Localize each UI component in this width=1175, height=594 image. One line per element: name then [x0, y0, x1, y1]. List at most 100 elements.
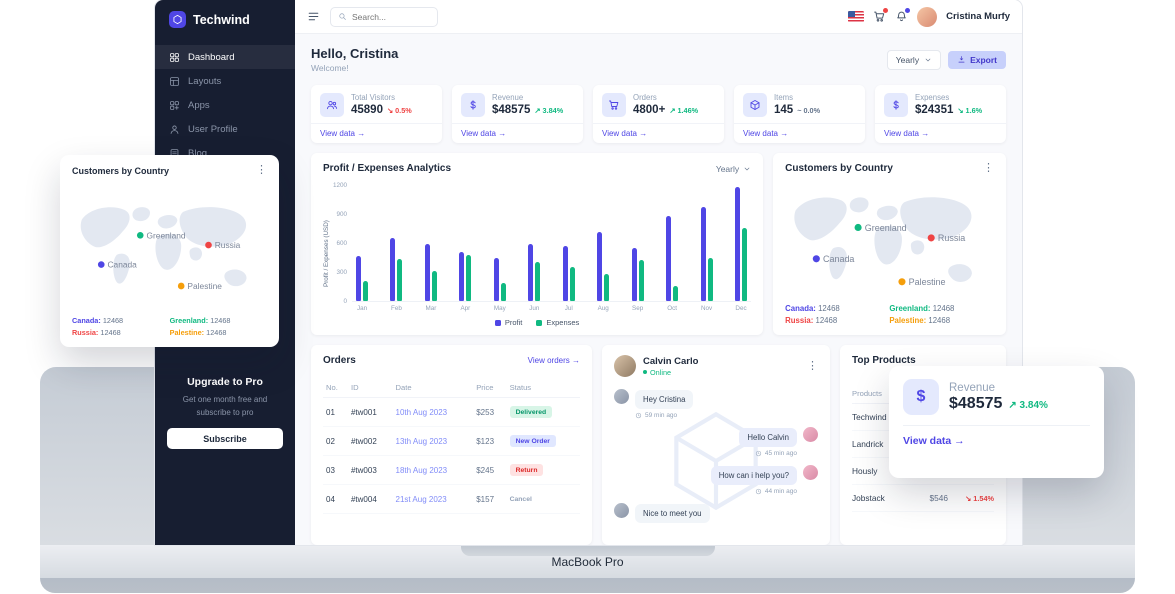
stat-card-total-visitors: Total Visitors45890↘ 0.5%View data →: [311, 85, 442, 143]
chat-bubble: Hey Cristina: [635, 390, 693, 409]
stat-card-expenses: Expenses$24351↘ 1.6%View data →: [875, 85, 1006, 143]
period-select[interactable]: Yearly: [887, 50, 941, 70]
menu-toggle-icon[interactable]: [307, 10, 320, 23]
subscribe-button[interactable]: Subscribe: [167, 428, 283, 449]
bar-group-sep[interactable]: Sep: [632, 182, 644, 314]
sidebar-item-layouts[interactable]: Layouts: [155, 69, 295, 93]
bar-group-mar[interactable]: Mar: [425, 182, 437, 314]
stat-value: $24351: [915, 104, 953, 116]
sidebar-item-dashboard[interactable]: Dashboard: [155, 45, 295, 69]
x-tick-label: Nov: [701, 305, 712, 314]
chat-messages: Hey Cristina 59 min ago Hello Calvin45 min…: [614, 389, 818, 523]
chart-period-select[interactable]: Yearly: [716, 164, 751, 174]
country-legend-palestine: Palestine: 12468: [889, 316, 994, 325]
topbar-actions: Cristina Murfy: [848, 7, 1010, 27]
order-row-tw004[interactable]: 04#tw00421st Aug 2023$157Cancel: [323, 485, 580, 514]
bar-group-may[interactable]: May: [494, 182, 506, 314]
kebab-menu-icon[interactable]: ⋮: [256, 165, 267, 176]
techwind-logo-icon: [169, 11, 186, 28]
bar-group-aug[interactable]: Aug: [597, 182, 609, 314]
cart-icon[interactable]: [873, 10, 886, 23]
order-row-tw001[interactable]: 01#tw00110th Aug 2023$253Delivered: [323, 398, 580, 427]
user-avatar[interactable]: [917, 7, 937, 27]
chart-y-ticks: 12009006003000: [330, 182, 352, 314]
svg-text:Greenland: Greenland: [146, 230, 185, 240]
bar-group-oct[interactable]: Oct: [666, 182, 678, 314]
bar-group-dec[interactable]: Dec: [735, 182, 747, 314]
bar-group-apr[interactable]: Apr: [459, 182, 471, 314]
search-input[interactable]: [352, 12, 430, 22]
view-data-link[interactable]: View data →: [311, 123, 442, 143]
orders-table-body: 01#tw00110th Aug 2023$253Delivered02#tw0…: [323, 398, 580, 514]
dollar-icon: [884, 93, 908, 117]
y-tick-label: 1200: [333, 182, 347, 189]
order-row-tw003[interactable]: 03#tw00318th Aug 2023$245Return: [323, 456, 580, 485]
kebab-menu-icon[interactable]: ⋮: [983, 163, 994, 174]
upgrade-text: Get one month free and subscribe to pro: [167, 394, 283, 419]
stat-delta: ↘ 1.6%: [957, 106, 982, 115]
customers-by-country-card: Customers by Country ⋮ CanadaGreenlandRu…: [773, 153, 1006, 335]
profit-bar: [494, 258, 499, 302]
bar-group-nov[interactable]: Nov: [701, 182, 713, 314]
chat-message: Hello Calvin45 min ago: [614, 427, 818, 457]
notifications-bell-icon[interactable]: [895, 10, 908, 23]
revenue-popup-delta: ↗ 3.84%: [1008, 400, 1048, 411]
view-data-link[interactable]: View data →: [452, 123, 583, 143]
order-row-tw002[interactable]: 02#tw00213th Aug 2023$123New Order: [323, 427, 580, 456]
dollar-icon: [461, 93, 485, 117]
orders-column-status: Status: [507, 378, 580, 398]
status-badge: New Order: [510, 435, 556, 447]
stat-label: Total Visitors: [351, 93, 412, 102]
expenses-bar: [363, 281, 368, 302]
product-row-jobstack[interactable]: Jobstack$546↘ 1.54%: [852, 485, 994, 512]
users-icon: [320, 93, 344, 117]
legend-item-expenses: Expenses: [536, 318, 579, 327]
chat-bubble: Hello Calvin: [739, 428, 797, 447]
dollar-icon: $: [903, 379, 939, 415]
x-tick-label: Oct: [667, 305, 677, 314]
online-dot-icon: [643, 370, 647, 374]
view-orders-link[interactable]: View orders →: [528, 356, 580, 365]
x-tick-label: Aug: [598, 305, 609, 314]
chat-message: Hey Cristina 59 min ago: [614, 389, 818, 419]
product-price: $546: [912, 493, 948, 503]
y-tick-label: 600: [337, 240, 348, 247]
bar-group-jan[interactable]: Jan: [356, 182, 368, 314]
view-data-link[interactable]: View data →: [734, 123, 865, 143]
chart-period-value: Yearly: [716, 164, 739, 174]
stat-delta: ↘ 0.5%: [387, 106, 412, 115]
product-delta: ↘ 1.54%: [948, 494, 994, 503]
profit-bar: [597, 232, 602, 302]
cart-icon: [602, 93, 626, 117]
chat-bubble: How can i help you?: [711, 466, 797, 485]
search-box[interactable]: [330, 7, 438, 27]
stat-card-revenue: Revenue$48575↗ 3.84%View data →: [452, 85, 583, 143]
clock-icon: [635, 412, 642, 419]
country-legend: Canada: 12468Russia: 12468Greenland: 124…: [785, 304, 994, 325]
x-tick-label: Dec: [735, 305, 746, 314]
view-data-link[interactable]: View data →: [593, 123, 724, 143]
chat-contact-name: Calvin Carlo: [643, 356, 698, 367]
chat-bubble: Nice to meet you: [635, 504, 710, 523]
bar-group-jul[interactable]: Jul: [563, 182, 575, 314]
x-tick-label: Sep: [632, 305, 643, 314]
view-data-link[interactable]: View data →: [903, 425, 1090, 447]
stat-value: $48575: [492, 104, 530, 116]
expenses-bar: [570, 267, 575, 302]
bar-group-feb[interactable]: Feb: [390, 182, 402, 314]
chart-plot: Jan Feb Mar Apr May Jun Jul Aug Sep Oct Nov Dec: [352, 182, 751, 314]
bar-group-jun[interactable]: Jun: [528, 182, 540, 314]
expenses-bar: [604, 274, 609, 302]
export-button[interactable]: Export: [948, 51, 1006, 69]
sidebar-item-user-profile[interactable]: User Profile: [155, 117, 295, 141]
app-logo[interactable]: Techwind: [155, 0, 295, 39]
view-data-link[interactable]: View data →: [875, 123, 1006, 143]
svg-text:Greenland: Greenland: [865, 223, 907, 233]
stat-value: 4800+: [633, 104, 665, 116]
chat-message: How can i help you?44 min ago: [614, 465, 818, 495]
expenses-bar: [501, 283, 506, 302]
sidebar-item-apps[interactable]: Apps: [155, 93, 295, 117]
kebab-menu-icon[interactable]: ⋮: [807, 361, 818, 372]
chat-message-time: 59 min ago: [635, 412, 693, 419]
language-flag-us[interactable]: [848, 11, 864, 22]
